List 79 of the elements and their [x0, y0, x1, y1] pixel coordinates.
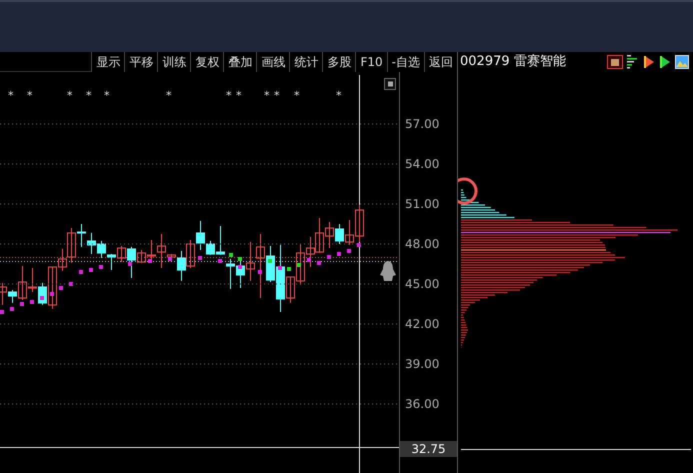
candle: [186, 240, 195, 268]
average-point: [278, 266, 282, 270]
average-point: [307, 258, 311, 262]
toolbar-button[interactable]: F10: [355, 52, 387, 72]
star-marker: *: [166, 90, 172, 102]
signal-point: [297, 263, 301, 267]
average-point: [128, 262, 132, 266]
candle: [28, 268, 37, 292]
play-icon[interactable]: [659, 55, 671, 69]
toolbar-button[interactable]: -自选: [386, 52, 424, 72]
toolbar-button[interactable]: 复权: [190, 52, 224, 72]
price-label: 42.00: [405, 317, 440, 331]
toolbar-button[interactable]: 统计: [289, 52, 322, 72]
square-icon[interactable]: [384, 78, 396, 90]
star-marker: *: [27, 90, 32, 102]
average-point: [258, 270, 262, 274]
toolbar-button[interactable]: 返回: [424, 52, 457, 72]
toolbar-button[interactable]: 画线: [256, 52, 290, 72]
average-point: [99, 265, 103, 269]
framed-square-icon[interactable]: [607, 55, 623, 69]
ghost-icon: [380, 260, 396, 282]
toolbar-button[interactable]: 多股: [322, 52, 356, 72]
current-price-tag: 32.75: [400, 441, 457, 457]
signal-point: [238, 257, 242, 261]
average-point: [40, 296, 44, 300]
star-marker: *: [236, 90, 242, 102]
candle: [97, 240, 106, 258]
signal-point: [268, 259, 272, 263]
average-point: [69, 282, 73, 286]
candle: [87, 232, 96, 254]
average-point: [357, 243, 361, 247]
star-marker: *: [8, 90, 14, 102]
average-point: [10, 307, 14, 311]
star-marker: *: [226, 90, 232, 102]
star-marker: *: [86, 90, 92, 102]
average-point: [218, 259, 222, 263]
star-marker: *: [264, 90, 270, 102]
price-label: 48.00: [405, 237, 440, 251]
toolbar-button[interactable]: 显示: [91, 52, 124, 72]
average-point: [20, 302, 24, 306]
price-label: 36.00: [405, 397, 440, 411]
star-marker: *: [274, 90, 280, 102]
average-point: [79, 270, 83, 274]
price-label: 39.00: [405, 357, 440, 371]
average-point: [168, 257, 172, 261]
average-point: [148, 259, 152, 263]
average-point: [327, 255, 331, 259]
average-point: [0, 310, 4, 314]
candle: [107, 254, 116, 270]
star-marker: *: [67, 90, 72, 102]
price-label: 45.00: [405, 277, 440, 291]
candle: [325, 222, 334, 248]
average-point: [317, 261, 321, 265]
toolbar-button[interactable]: 训练: [157, 52, 190, 72]
average-point: [337, 252, 341, 256]
signal-point: [287, 267, 291, 271]
average-point: [238, 265, 242, 269]
price-label: 54.00: [405, 157, 440, 171]
candle: [315, 218, 324, 254]
candle: [306, 236, 315, 268]
candle: [335, 224, 344, 244]
candle: [226, 258, 235, 290]
price-label: 57.00: [405, 117, 440, 131]
toolbar-button[interactable]: 叠加: [223, 52, 256, 72]
average-point: [347, 249, 351, 253]
bar-lines-icon[interactable]: [627, 55, 639, 69]
signal-point: [229, 253, 233, 257]
toolbar-button[interactable]: 平移: [124, 52, 158, 72]
average-point: [30, 300, 34, 304]
stock-title: 002979 雷赛智能: [459, 53, 566, 71]
price-label: 51.00: [405, 197, 440, 211]
average-point: [59, 286, 63, 290]
star-marker: *: [104, 90, 110, 102]
star-marker: *: [294, 90, 300, 102]
average-point: [50, 292, 54, 296]
flag-icon[interactable]: [643, 55, 655, 69]
star-marker: *: [336, 90, 342, 102]
average-point: [89, 268, 93, 272]
average-point: [198, 256, 202, 260]
